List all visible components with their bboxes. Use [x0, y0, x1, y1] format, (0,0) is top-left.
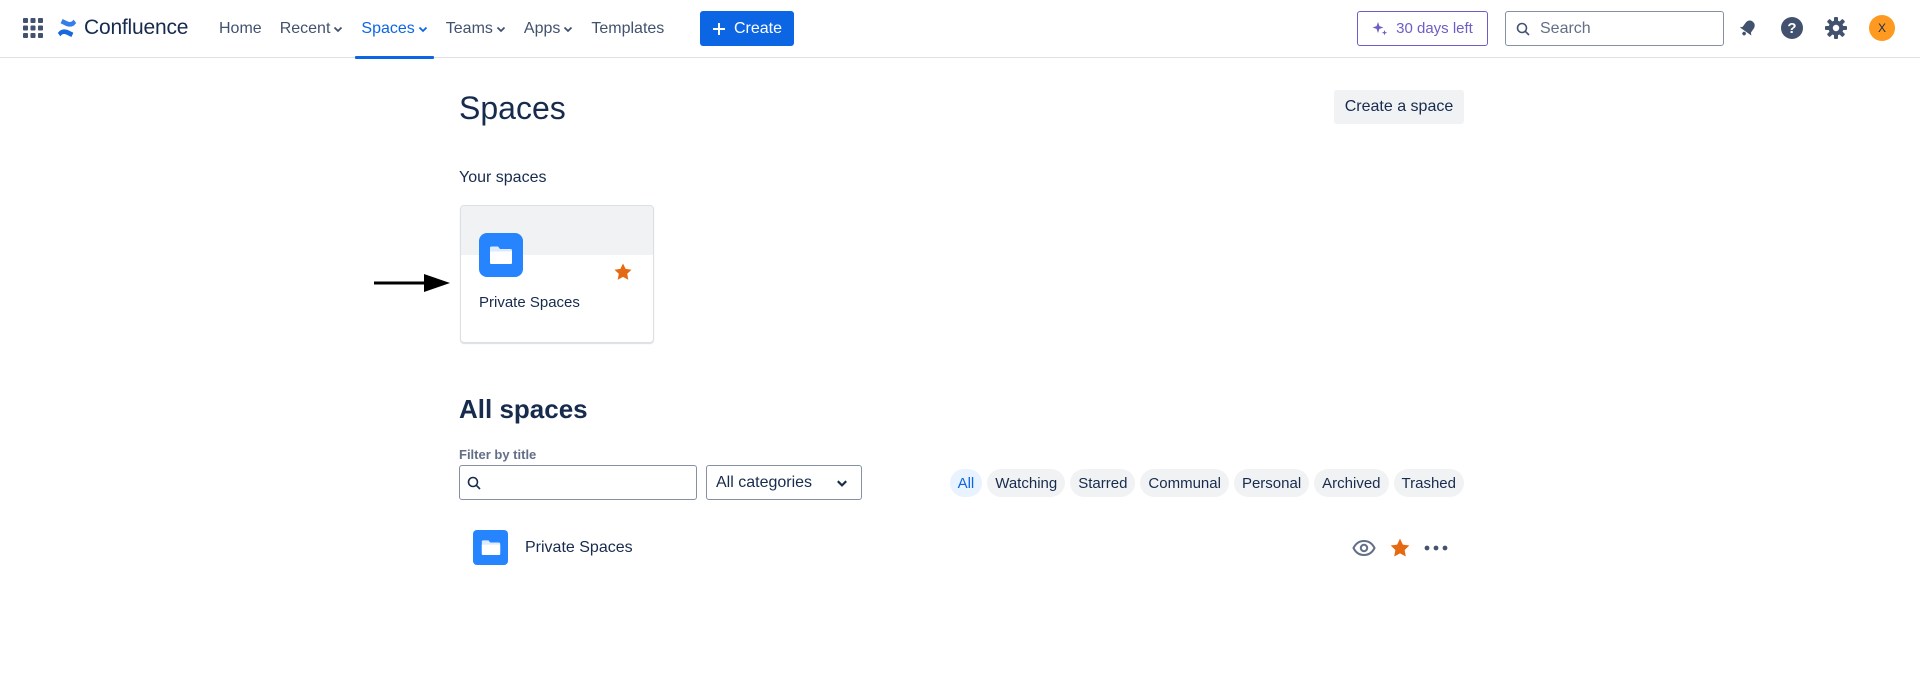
sparkle-icon: [1372, 21, 1388, 35]
primary-nav: Home Recent Spaces Teams Apps Templates: [210, 0, 673, 59]
trial-days-button[interactable]: 30 days left: [1357, 11, 1488, 46]
space-folder-icon: [479, 233, 523, 277]
create-button-label: Create: [733, 19, 783, 37]
chevron-down-icon: [334, 26, 343, 33]
space-filter-tags: All Watching Starred Communal Personal A…: [949, 469, 1464, 497]
top-navigation: Confluence Home Recent Spaces Teams Apps…: [0, 0, 1920, 59]
nav-item-home[interactable]: Home: [210, 0, 271, 58]
search-icon: [467, 476, 481, 490]
page-title: Spaces: [459, 90, 566, 126]
category-selected-value: All categories: [716, 473, 813, 491]
notifications-bell-icon[interactable]: [1735, 15, 1761, 41]
space-folder-icon[interactable]: [473, 530, 508, 565]
tag-all[interactable]: All: [949, 469, 983, 497]
chevron-down-icon: [418, 26, 427, 33]
search-icon: [1516, 22, 1530, 36]
create-space-button[interactable]: Create a space: [1334, 90, 1464, 124]
settings-gear-icon[interactable]: [1823, 15, 1849, 41]
nav-item-recent[interactable]: Recent: [271, 0, 353, 58]
create-button[interactable]: Create: [700, 11, 794, 46]
more-options-icon[interactable]: [1424, 536, 1448, 560]
search-input[interactable]: [1540, 19, 1710, 38]
nav-item-teams[interactable]: Teams: [437, 0, 515, 58]
help-icon[interactable]: ?: [1779, 15, 1805, 41]
nav-item-label: Recent: [279, 20, 331, 37]
space-card-title: Private Spaces: [479, 294, 580, 311]
nav-item-templates[interactable]: Templates: [582, 0, 673, 58]
nav-item-label: Teams: [445, 20, 493, 37]
nav-item-label: Apps: [523, 20, 561, 37]
nav-item-label: Home: [219, 20, 262, 37]
chevron-down-icon: [837, 479, 847, 487]
confluence-logo-icon: [57, 19, 77, 37]
app-switcher-icon[interactable]: [22, 17, 44, 39]
tag-communal[interactable]: Communal: [1140, 469, 1229, 497]
confluence-logo[interactable]: Confluence: [56, 14, 188, 42]
category-select[interactable]: All categories: [706, 465, 862, 500]
nav-item-apps[interactable]: Apps: [515, 0, 582, 58]
tag-personal[interactable]: Personal: [1233, 469, 1310, 497]
trial-days-label: 30 days left: [1396, 20, 1473, 37]
filter-box: [459, 465, 697, 500]
chevron-down-icon: [564, 26, 573, 33]
chevron-down-icon: [496, 26, 506, 33]
space-row-actions: [1352, 536, 1448, 560]
user-avatar[interactable]: X: [1869, 15, 1895, 41]
nav-item-spaces[interactable]: Spaces: [352, 0, 436, 59]
starred-star-icon[interactable]: [613, 262, 633, 287]
filter-by-title-label: Filter by title: [459, 447, 537, 462]
your-spaces-heading: Your spaces: [459, 169, 547, 186]
all-spaces-heading: All spaces: [459, 394, 588, 424]
watch-eye-icon[interactable]: [1352, 536, 1376, 560]
starred-star-icon[interactable]: [1388, 536, 1412, 560]
space-row-title[interactable]: Private Spaces: [525, 539, 633, 557]
nav-item-label: Spaces: [361, 20, 415, 37]
filter-by-title-input[interactable]: [489, 474, 689, 491]
tag-trashed[interactable]: Trashed: [1393, 469, 1464, 497]
search-box: [1505, 11, 1724, 46]
space-card-private-spaces[interactable]: Private Spaces: [460, 205, 654, 343]
tag-starred[interactable]: Starred: [1070, 469, 1136, 497]
arrow-annotation-icon: [374, 274, 450, 292]
svg-text:?: ?: [1787, 20, 1796, 37]
space-list-row: Private Spaces: [459, 527, 1464, 569]
tag-watching[interactable]: Watching: [987, 469, 1066, 497]
tag-archived[interactable]: Archived: [1314, 469, 1389, 497]
nav-item-label: Templates: [591, 20, 665, 37]
logo-text: Confluence: [84, 16, 189, 39]
plus-icon: [712, 22, 725, 35]
